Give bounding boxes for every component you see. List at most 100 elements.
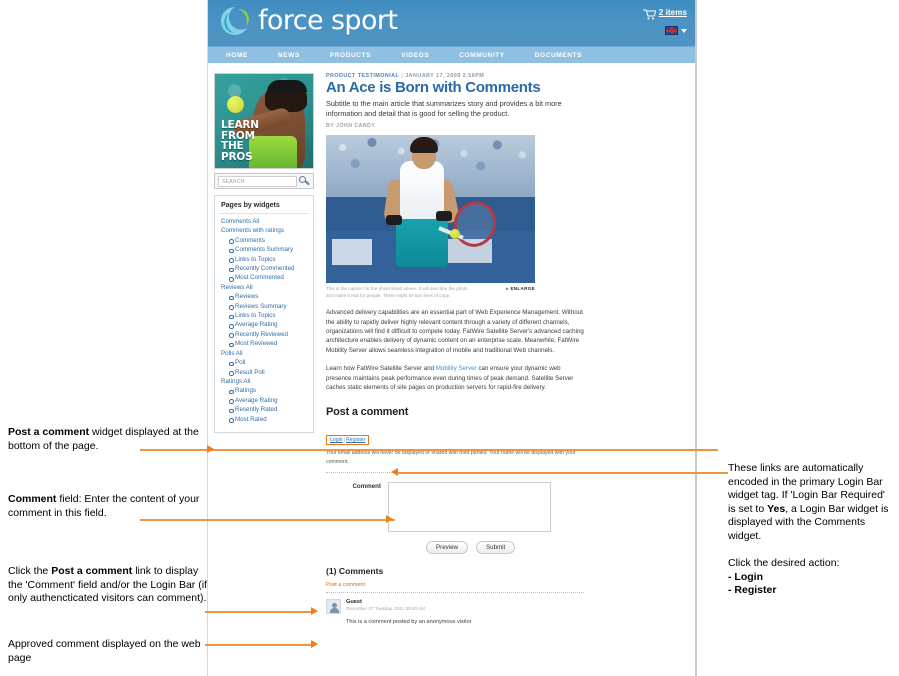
site-header: force sport 2 items <box>208 0 695 46</box>
list-item[interactable]: Poll <box>229 358 309 367</box>
submit-button[interactable]: Submit <box>476 541 516 555</box>
promo-text: LEARN FROM THE PROS <box>221 120 259 162</box>
list-item[interactable]: Ratings <box>229 386 309 395</box>
nav-item-videos[interactable]: VIDEOS <box>401 52 445 59</box>
widget-group-ratings-all[interactable]: Ratings All <box>219 377 309 386</box>
web-page: force sport 2 items HOME NEWS PRODUCTS V… <box>207 0 697 676</box>
list-item[interactable]: Recently Reviewed <box>229 330 309 339</box>
comment-input[interactable] <box>388 482 551 533</box>
enlarge-button[interactable]: ▸ ENLARGE <box>506 286 535 292</box>
login-bar-widget: Login|Register <box>326 428 370 446</box>
list-item[interactable]: Comments Summary <box>229 245 309 254</box>
header-right: 2 items <box>642 7 687 35</box>
list-item[interactable]: Most Commented <box>229 273 309 282</box>
list-item[interactable]: Average Rating <box>229 320 309 329</box>
mobility-server-link[interactable]: Mobility Server <box>436 365 477 372</box>
list-item[interactable]: Result Poll <box>229 368 309 377</box>
article-byline: BY JOHN CANDY <box>326 123 376 129</box>
promo-line-4: PROS <box>221 150 253 163</box>
promo-line-3: THE <box>221 140 244 152</box>
arrow-right-icon <box>386 515 393 523</box>
avatar <box>326 599 341 615</box>
list-item[interactable]: Reviews <box>229 292 309 301</box>
nav-item-home[interactable]: HOME <box>226 52 264 59</box>
annotation-right-item-2: - Register <box>728 584 777 596</box>
annotation-2-bold: Comment <box>8 493 57 505</box>
photo-caption: This is the caption for the photo listed… <box>326 286 468 298</box>
language-selector[interactable] <box>643 26 687 35</box>
annotation-login-bar-explanation: These links are automatically encoded in… <box>728 462 893 543</box>
photo-caption-row: This is the caption for the photo listed… <box>326 286 535 299</box>
list-item[interactable]: Resently Rated <box>229 405 309 414</box>
shopping-cart-icon <box>642 7 657 20</box>
pages-by-widgets-panel: Pages by widgets Comments All Comments w… <box>214 195 314 433</box>
screenshot-canvas: force sport 2 items HOME NEWS PRODUCTS V… <box>0 0 899 676</box>
list-item[interactable]: Most Reviewed <box>229 339 309 348</box>
widget-group-polls-all[interactable]: Polls All <box>219 349 309 358</box>
article-subtitle: Subtitle to the main article that summar… <box>326 99 562 118</box>
annotation-3-bold: Post a comment <box>51 565 133 577</box>
widget-group-comments-with-ratings[interactable]: Comments with ratings <box>219 226 309 235</box>
register-link[interactable]: Register <box>346 437 365 443</box>
search-input[interactable]: SEARCH <box>218 175 297 187</box>
comments-count-title: (1) Comments <box>326 566 384 577</box>
annotation-click-post-a-comment: Click the Post a comment link to display… <box>8 565 208 606</box>
article-paragraph-1: Advanced delivery capabilities are an es… <box>326 309 584 354</box>
comment-author: Guest <box>346 599 362 606</box>
list-item[interactable]: Links to Topics <box>229 311 309 320</box>
nav-item-news[interactable]: NEWS <box>278 52 316 59</box>
privacy-note: Your email address will never be display… <box>326 450 576 466</box>
site-logo[interactable]: force sport <box>218 4 398 38</box>
post-a-comment-title: Post a comment <box>326 406 409 419</box>
sidebar: LEARN FROM THE PROS SEARCH Pages by widg… <box>214 73 316 625</box>
paragraph-2-before: Learn how FatWire Satellite Server and <box>326 365 436 373</box>
annotation-1-bold: Post a comment <box>8 426 90 438</box>
login-bar-links: Login|Register <box>326 435 370 446</box>
page-body: LEARN FROM THE PROS SEARCH Pages by widg… <box>208 63 695 625</box>
cart-link[interactable]: 2 items <box>642 7 687 20</box>
arrow-right-icon <box>311 607 318 615</box>
nav-item-community[interactable]: COMMUNITY <box>459 52 520 59</box>
nav-item-documents[interactable]: DOCUMENTS <box>535 52 598 59</box>
list-item[interactable]: Most Rated <box>229 415 309 424</box>
search-icon[interactable] <box>299 175 310 187</box>
chevron-down-icon <box>681 28 687 33</box>
annotation-right-item-1: - Login <box>728 570 763 583</box>
leader-line-4 <box>205 644 315 646</box>
enlarge-label: ENLARGE <box>510 286 535 291</box>
flag-icon <box>665 26 678 35</box>
comment-text: This is a comment posted by an anonymous… <box>346 619 472 626</box>
leader-line-1 <box>140 449 718 451</box>
login-link[interactable]: Login <box>330 437 343 443</box>
list-item[interactable]: Reviews Summary <box>229 302 309 311</box>
list-item[interactable]: Links to Topics <box>229 255 309 264</box>
widgets-panel-title: Pages by widgets <box>219 200 309 214</box>
widget-group-comments-all[interactable]: Comments All <box>219 217 309 226</box>
leader-line-3 <box>205 611 315 613</box>
search-box: SEARCH <box>214 173 314 189</box>
list-item[interactable]: Average Rating <box>229 396 309 405</box>
list-item[interactable]: Recently Commented <box>229 264 309 273</box>
arrow-right-icon <box>311 640 318 648</box>
comment-meta: Guest December 27 Tuesday, 2011 09:40 AM <box>346 599 425 614</box>
article: PRODUCT TESTIMONIAL | JANUARY 17, 2009 2:5… <box>316 73 687 625</box>
arrow-left-icon <box>391 468 398 476</box>
annotation-right-b: Click the desired action: <box>728 557 840 569</box>
comment-buttons: Preview Submit <box>326 541 584 555</box>
preview-button[interactable]: Preview <box>426 541 469 555</box>
arrow-right-icon <box>207 445 214 453</box>
annotation-right-a-bold: Yes <box>767 502 786 515</box>
annotation-comment-field: Comment field: Enter the content of your… <box>8 493 204 520</box>
leader-line-5 <box>395 472 728 474</box>
comment-field-row: Comment <box>326 482 584 533</box>
list-item[interactable]: Comments <box>229 236 309 245</box>
post-a-comment-link[interactable]: Post a comment <box>326 582 584 588</box>
promo-banner[interactable]: LEARN FROM THE PROS <box>214 73 314 169</box>
nav-item-products[interactable]: PRODUCTS <box>330 52 387 59</box>
annotation-3-pre: Click the <box>8 565 52 577</box>
widget-group-reviews-all[interactable]: Reviews All <box>219 283 309 292</box>
annotation-desired-action: Click the desired action: - Login - Regi… <box>728 557 893 598</box>
comment-field-label: Comment <box>352 483 381 491</box>
main-navigation: HOME NEWS PRODUCTS VIDEOS COMMUNITY DOCU… <box>208 46 695 63</box>
widget-sublist-ratings: Ratings Average Rating Resently Rated Mo… <box>219 386 309 424</box>
